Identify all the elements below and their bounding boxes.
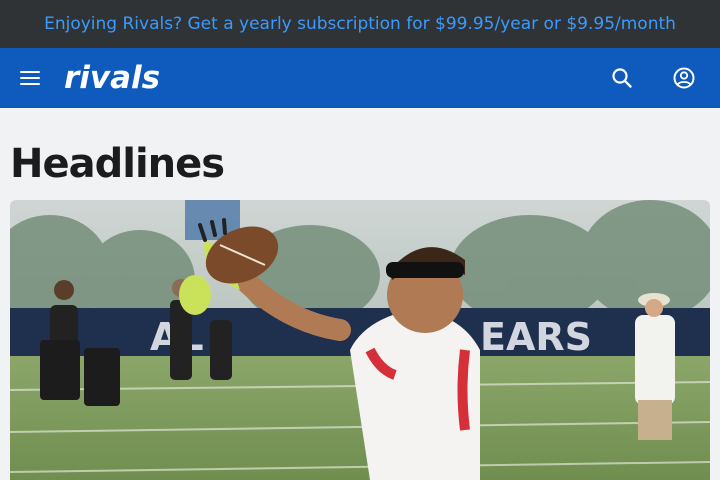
hero-photo: AL EARS [10,200,710,480]
top-navbar: rivals [0,48,720,108]
hamburger-icon[interactable] [18,68,42,88]
section-title: Headlines [10,141,225,187]
rivals-logo[interactable]: rivals [64,61,184,93]
search-icon[interactable] [608,64,636,92]
svg-text:EARS: EARS [480,315,592,359]
subscription-promo-link[interactable]: Enjoying Rivals? Get a yearly subscripti… [44,14,676,34]
svg-text:rivals: rivals [64,61,160,93]
account-circle-icon[interactable] [670,64,698,92]
hero-image[interactable]: AL EARS [10,200,710,480]
promo-banner: Enjoying Rivals? Get a yearly subscripti… [0,0,720,48]
